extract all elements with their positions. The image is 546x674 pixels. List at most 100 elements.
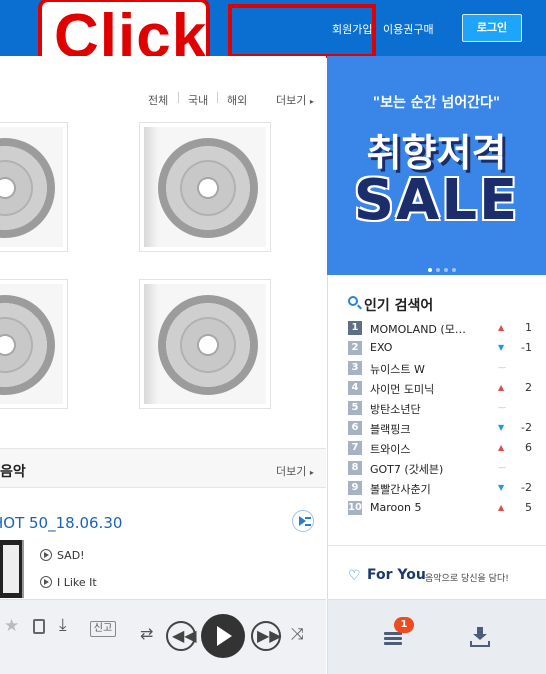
- section-title: 음악: [0, 464, 26, 480]
- album-card[interactable]: [0, 279, 68, 409]
- album-card[interactable]: [139, 279, 271, 409]
- report-button[interactable]: 신고: [90, 621, 116, 637]
- main-content: 전체 국내 해외 더보기 ▸ 음악 더보기 ▸ HOT 50_18.06.30 …: [0, 56, 326, 599]
- trend-up-icon: ▲: [498, 503, 505, 512]
- repeat-icon[interactable]: ⇄: [140, 626, 153, 642]
- popular-search-item[interactable]: 10 Maroon 5 ▲ 5: [348, 499, 532, 519]
- search-term: 볼빨간사춘기: [370, 483, 431, 496]
- banner-subtitle: "보는 순간 넘어간다": [372, 95, 501, 111]
- playlist-icon[interactable]: [384, 632, 402, 646]
- divider: [328, 545, 546, 546]
- rank-number: 4: [348, 381, 362, 395]
- playlist-title-text: HOT 50_18.06.30: [0, 514, 123, 532]
- search-term: MOMOLAND (모모…: [370, 323, 470, 336]
- download-icon[interactable]: ⤓: [59, 617, 67, 634]
- rank-change: -1: [521, 341, 532, 354]
- banner-dot[interactable]: [452, 268, 456, 272]
- trend-same-icon: —: [498, 463, 506, 472]
- search-term: 사이먼 도미닉: [370, 383, 435, 396]
- login-button[interactable]: 로그인: [462, 14, 522, 42]
- search-term: EXO: [370, 341, 393, 354]
- trend-down-icon: ▼: [498, 343, 505, 352]
- popular-search-title: 인기 검색어: [364, 298, 434, 314]
- more-label: 더보기: [276, 465, 307, 478]
- trend-up-icon: ▲: [498, 383, 505, 392]
- disc-icon: [0, 295, 55, 395]
- album-card[interactable]: [0, 122, 68, 252]
- popular-search-item[interactable]: 4 사이먼 도미닉 ▲ 2: [348, 379, 532, 399]
- rank-number: 7: [348, 441, 362, 455]
- next-button[interactable]: ▶▶: [251, 621, 282, 651]
- lyrics-icon[interactable]: [33, 619, 45, 634]
- disc-icon: [0, 138, 55, 238]
- album-card[interactable]: [139, 122, 271, 252]
- chevron-right-icon: ▸: [309, 97, 314, 106]
- right-player-controls: 1: [327, 599, 546, 674]
- popular-search-item[interactable]: 5 방탄소년단 —: [348, 399, 532, 419]
- annotation-highlight-box: [228, 4, 376, 58]
- rank-change: 5: [525, 501, 532, 514]
- popular-search-item[interactable]: 9 볼빨간사춘기 ▼ -2: [348, 479, 532, 499]
- rank-change: 1: [525, 321, 532, 334]
- previous-icon: ◀◀: [172, 626, 197, 645]
- voucher-link[interactable]: 이용권구매: [383, 21, 434, 37]
- search-term: 블랙핑크: [370, 423, 411, 436]
- popular-search-item[interactable]: 3 뉴이스트 W —: [348, 359, 532, 379]
- playlist-title[interactable]: HOT 50_18.06.30: [0, 514, 122, 532]
- album-cover: [0, 127, 63, 247]
- rank-number: 8: [348, 461, 362, 475]
- trend-same-icon: —: [498, 403, 506, 412]
- banner-sale: SALE: [353, 168, 520, 233]
- foryou-subtitle: 음악으로 당신을 담다!: [425, 574, 509, 584]
- song-title[interactable]: I Like It: [57, 576, 97, 589]
- banner-pagination: [428, 257, 460, 275]
- star-icon[interactable]: ★: [4, 618, 19, 635]
- rank-number: 2: [348, 341, 362, 355]
- filter-domestic[interactable]: 국내: [188, 92, 208, 108]
- filter-overseas[interactable]: 해외: [227, 92, 247, 108]
- more-link[interactable]: 더보기 ▸: [276, 92, 314, 108]
- filter-all[interactable]: 전체: [148, 92, 168, 108]
- more-label: 더보기: [276, 94, 307, 107]
- previous-button[interactable]: ◀◀: [166, 621, 197, 651]
- song-play-icon[interactable]: [40, 549, 52, 561]
- playlist-count-badge: 1: [394, 617, 414, 633]
- rank-change: -2: [521, 481, 532, 494]
- rank-number: 9: [348, 481, 362, 495]
- popular-search-item[interactable]: 7 트와이스 ▲ 6: [348, 439, 532, 459]
- banner-dot[interactable]: [436, 268, 440, 272]
- filter-divider: [178, 92, 179, 103]
- download-icon[interactable]: [470, 627, 490, 647]
- playlist-cover[interactable]: [0, 540, 24, 598]
- trend-down-icon: ▼: [498, 483, 505, 492]
- heart-icon: ♡: [348, 568, 361, 584]
- trend-up-icon: ▲: [498, 323, 505, 332]
- list-icon: [305, 517, 311, 526]
- popular-search-item[interactable]: 6 블랙핑크 ▼ -2: [348, 419, 532, 439]
- play-button[interactable]: [201, 614, 245, 658]
- section-more-link[interactable]: 더보기 ▸: [276, 463, 314, 479]
- foryou-title[interactable]: For You: [367, 567, 426, 583]
- search-term: 방탄소년단: [370, 403, 421, 416]
- song-title[interactable]: SAD!: [57, 549, 85, 562]
- search-term: Maroon 5: [370, 501, 422, 514]
- rank-number: 3: [348, 361, 362, 375]
- play-all-icon[interactable]: [292, 510, 314, 532]
- song-play-icon[interactable]: [40, 576, 52, 588]
- popular-search-item[interactable]: 8 GOT7 (갓세븐) —: [348, 459, 532, 479]
- search-icon: [348, 296, 358, 306]
- trend-down-icon: ▼: [498, 423, 505, 432]
- rank-number: 10: [348, 501, 362, 515]
- promo-banner[interactable]: "보는 순간 넘어간다" 취향저격 SALE: [327, 56, 546, 275]
- popular-search-panel: 인기 검색어 1 MOMOLAND (모모… ▲ 1 2 EXO ▼ -1 3 뉴이스트 W — 4 사…: [327, 275, 546, 599]
- filter-divider: [217, 92, 218, 103]
- section-header: 음악 더보기 ▸: [0, 448, 326, 488]
- album-cover: [144, 284, 266, 404]
- banner-dot[interactable]: [428, 268, 432, 272]
- rank-number: 5: [348, 401, 362, 415]
- banner-dot[interactable]: [444, 268, 448, 272]
- search-term: 뉴이스트 W: [370, 363, 425, 376]
- shuffle-icon[interactable]: ⤨: [291, 626, 304, 642]
- popular-search-item[interactable]: 1 MOMOLAND (모모… ▲ 1: [348, 319, 532, 339]
- popular-search-item[interactable]: 2 EXO ▼ -1: [348, 339, 532, 359]
